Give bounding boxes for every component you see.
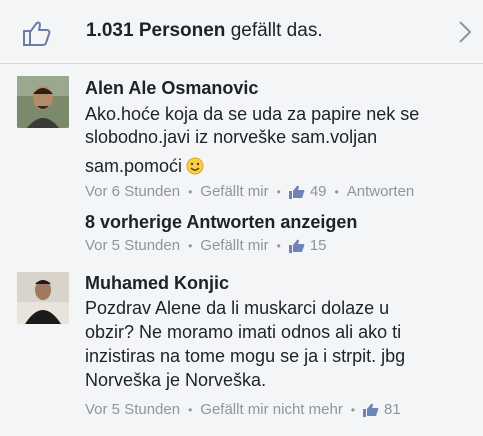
like-count[interactable]: 15 bbox=[310, 237, 327, 254]
like-count-icon bbox=[288, 185, 305, 199]
avatar-photo-icon bbox=[17, 272, 69, 324]
show-previous-replies-link[interactable]: 8 vorherige Antworten anzeigen bbox=[85, 212, 357, 233]
comment-time[interactable]: Vor 5 Stunden bbox=[85, 401, 180, 418]
comment-time[interactable]: Vor 6 Stunden bbox=[85, 183, 180, 200]
avatar[interactable] bbox=[17, 272, 69, 324]
chevron-right-icon[interactable] bbox=[458, 20, 472, 44]
separator-dot: • bbox=[188, 402, 193, 417]
separator-dot: • bbox=[276, 184, 281, 199]
comment-line: Pozdrav Alene da li muskarci dolaze u bbox=[85, 298, 390, 318]
reply-button[interactable]: Antworten bbox=[347, 183, 415, 200]
like-count-icon bbox=[288, 239, 305, 253]
comment-line: slobodno.javi iz norveške sam.voljan bbox=[85, 127, 378, 147]
comment-line: Ako.hoće koja da se uda za papire nek se bbox=[85, 104, 420, 124]
like-button[interactable]: Gefällt mir bbox=[200, 237, 268, 254]
smiley-icon bbox=[186, 157, 204, 175]
likes-count-text[interactable]: 1.031 Personen gefällt das. bbox=[86, 20, 323, 42]
separator-dot: • bbox=[334, 184, 339, 199]
like-button[interactable]: Gefällt mir bbox=[200, 183, 268, 200]
like-count[interactable]: 81 bbox=[384, 401, 401, 418]
comment-meta: Vor 6 Stunden • Gefällt mir • 49 • Antwo… bbox=[85, 183, 414, 200]
separator-dot: • bbox=[188, 184, 193, 199]
separator-dot: • bbox=[276, 238, 281, 253]
comment-text: Pozdrav Alene da li muskarci dolaze u ob… bbox=[85, 297, 465, 392]
separator-dot: • bbox=[350, 402, 356, 417]
reply-time[interactable]: Vor 5 Stunden bbox=[85, 237, 180, 254]
comment-line: Norveška je Norveška. bbox=[85, 370, 267, 390]
comment-meta: Vor 5 Stunden • Gefällt mir nicht mehr •… bbox=[85, 401, 401, 418]
reply-meta: Vor 5 Stunden • Gefällt mir • 15 bbox=[85, 237, 327, 254]
likes-suffix: gefällt das. bbox=[225, 20, 323, 41]
comment-line: sam.pomoći bbox=[85, 156, 183, 176]
comment-line: inzistiras na tome mogu se ja i strpit. … bbox=[85, 346, 406, 366]
avatar[interactable] bbox=[17, 76, 69, 128]
comment-line-with-emoji: sam.pomoći bbox=[85, 155, 465, 178]
like-count[interactable]: 49 bbox=[310, 183, 327, 200]
likes-count: 1.031 Personen bbox=[86, 20, 226, 41]
thumbs-up-icon bbox=[23, 21, 51, 46]
unlike-button[interactable]: Gefällt mir nicht mehr bbox=[200, 401, 343, 418]
comment-author[interactable]: Muhamed Konjic bbox=[85, 273, 229, 294]
likes-summary-bar[interactable]: 1.031 Personen gefällt das. bbox=[0, 0, 483, 62]
avatar-photo-icon bbox=[17, 76, 69, 128]
comment-author[interactable]: Alen Ale Osmanovic bbox=[85, 78, 258, 99]
divider bbox=[0, 63, 483, 64]
separator-dot: • bbox=[188, 238, 193, 253]
like-count-icon bbox=[363, 403, 379, 417]
comment-line: obzir? Ne moramo imati odnos ali ako ti bbox=[85, 322, 402, 342]
comment-text: Ako.hoće koja da se uda za papire nek se… bbox=[85, 103, 465, 178]
